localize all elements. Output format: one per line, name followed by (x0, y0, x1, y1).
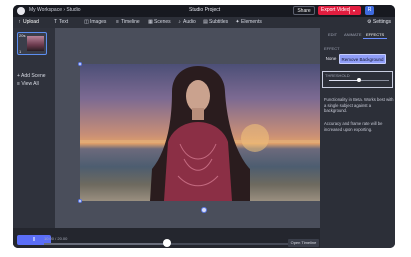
timeline-scrubber-thumb[interactable] (162, 239, 171, 247)
toolbar-scenes[interactable]: ▦Scenes (148, 17, 171, 28)
toolbar-images[interactable]: ◫Images (84, 17, 106, 28)
scene-duration: 20s (19, 33, 26, 38)
elements-icon: ✦ (235, 19, 240, 25)
properties-panel: EDIT ANIMATE EFFECTS EFFECT None Remove … (320, 28, 395, 248)
scene-sidebar: 20s 1 + Add Scene ≡ View All (13, 28, 55, 248)
tab-animate[interactable]: ANIMATE (344, 32, 361, 37)
text-icon: T (53, 19, 58, 25)
panel-tabs: EDIT ANIMATE EFFECTS (320, 32, 395, 40)
scene-preview-image (27, 36, 44, 51)
subtitles-icon: ▤ (203, 19, 208, 25)
beta-description: Functionality in Beta. Works best with a… (324, 97, 394, 114)
main-toolbar: ↑ Upload T Text ◫Images ≡ Timeline ▦Scenes … (13, 17, 395, 28)
video-subject-image (80, 66, 326, 201)
add-scene-button[interactable]: + Add Scene (17, 73, 46, 79)
effect-none-button[interactable]: None (324, 55, 338, 63)
breadcrumb[interactable]: My Workspace › Studio (29, 7, 81, 13)
settings-button[interactable]: ⚙ Settings (367, 17, 391, 28)
export-divider (349, 7, 350, 14)
timeline-bar: II 10.00 / 20.00 Open Timeline (13, 228, 320, 248)
share-button[interactable]: Share (293, 6, 315, 15)
toolbar-timeline[interactable]: ≡ Timeline (115, 17, 140, 28)
resize-handle-top-left[interactable] (78, 62, 82, 66)
toolbar-timeline-label: Timeline (121, 19, 140, 25)
scene-thumbnail[interactable]: 20s 1 (17, 32, 47, 55)
toolbar-subtitles[interactable]: ▤Subtitles (203, 17, 228, 28)
open-timeline-button[interactable]: Open Timeline (288, 239, 319, 247)
toolbar-scenes-label: Scenes (154, 19, 171, 25)
list-icon: ≡ (17, 81, 20, 87)
timeline-progress-fill (44, 243, 167, 245)
threshold-label: THRESHOLD (325, 73, 350, 78)
top-bar: My Workspace › Studio Studio Project Sha… (13, 5, 395, 17)
add-scene-label: Add Scene (21, 73, 46, 79)
toolbar-audio-label: Audio (183, 19, 196, 25)
toolbar-upload-label: Upload (23, 19, 39, 25)
remove-background-button[interactable]: Remove Background (339, 54, 386, 64)
toolbar-images-label: Images (90, 19, 107, 25)
export-video-button[interactable]: Export Video ▾ (318, 6, 361, 15)
view-all-button[interactable]: ≡ View All (17, 81, 39, 87)
music-note-icon: ♪ (178, 19, 181, 25)
export-note: Accuracy and frame rate will be increase… (324, 121, 383, 132)
toolbar-subtitles-label: Subtitles (209, 19, 229, 25)
tab-effects[interactable]: EFFECTS (362, 32, 388, 39)
scene-number: 1 (19, 49, 22, 54)
chevron-down-icon[interactable]: ▾ (353, 6, 355, 15)
toolbar-elements[interactable]: ✦Elements (235, 17, 262, 28)
toolbar-audio[interactable]: ♪ Audio (177, 17, 196, 28)
export-label: Export Video (321, 7, 350, 13)
toolbar-text-label: Text (59, 19, 69, 25)
app-window: My Workspace › Studio Studio Project Sha… (13, 5, 395, 248)
video-frame[interactable] (80, 64, 326, 201)
timeline-icon: ≡ (116, 19, 119, 25)
toolbar-elements-label: Elements (241, 19, 262, 25)
threshold-slider-fill (329, 80, 359, 81)
toolbar-text[interactable]: T Text (53, 17, 68, 28)
time-display: 10.00 / 20.00 (44, 236, 68, 241)
app-logo-icon[interactable] (17, 7, 25, 15)
toolbar-upload[interactable]: ↑ Upload (17, 17, 39, 28)
view-all-label: View All (21, 81, 39, 87)
rotate-handle[interactable] (201, 207, 207, 213)
threshold-slider-thumb[interactable] (357, 78, 361, 82)
avatar[interactable]: R (365, 6, 374, 15)
project-title[interactable]: Studio Project (189, 7, 220, 13)
upload-icon: ↑ (18, 19, 21, 25)
settings-label: Settings (372, 19, 391, 25)
gear-icon: ⚙ (367, 19, 372, 25)
effect-section-label: EFFECT (324, 46, 340, 51)
resize-handle-bottom-left[interactable] (78, 199, 82, 203)
scenes-icon: ▦ (148, 19, 153, 25)
threshold-control: THRESHOLD (322, 71, 393, 88)
editor-canvas (55, 28, 328, 228)
image-icon: ◫ (84, 19, 89, 25)
plus-icon: + (17, 73, 20, 79)
tab-edit[interactable]: EDIT (328, 32, 337, 37)
